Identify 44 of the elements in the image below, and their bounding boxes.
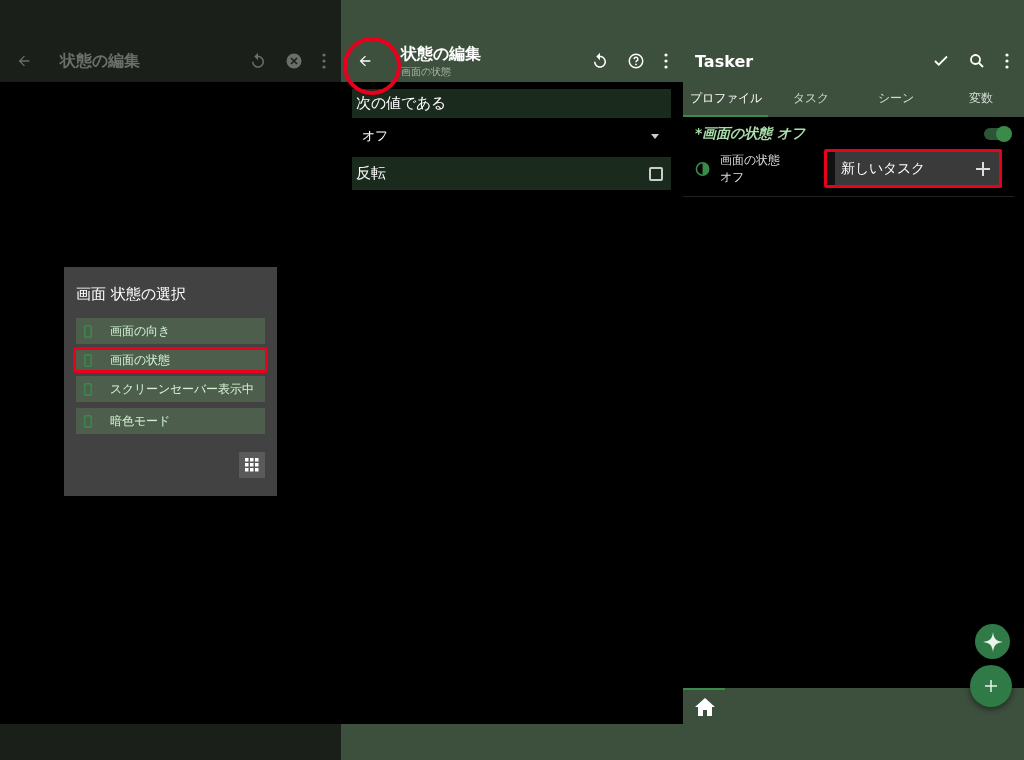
invert-label: 反転 xyxy=(356,164,386,183)
more-vertical-icon xyxy=(663,53,669,69)
toolbar-title: 状態の編集 xyxy=(401,43,481,65)
app-title: Tasker xyxy=(695,51,754,71)
sparkle-icon xyxy=(982,631,1003,652)
new-task-button[interactable]: 新しいタスク xyxy=(824,149,1002,188)
close-icon xyxy=(285,52,303,70)
context-label: 画面の状態 オフ xyxy=(720,151,782,186)
list-item[interactable]: 暗色モード xyxy=(76,408,265,434)
help-icon xyxy=(627,52,645,70)
section-heading: 次の値である xyxy=(352,89,671,118)
add-button[interactable] xyxy=(970,665,1012,707)
profile-name: *画面の状態 オフ xyxy=(695,125,806,143)
tab[interactable]: タスク xyxy=(768,82,854,117)
more-vertical-icon xyxy=(321,53,327,69)
back-arrow-icon xyxy=(357,53,373,69)
undo-icon xyxy=(249,52,267,70)
grid-button[interactable] xyxy=(239,452,265,478)
invert-checkbox[interactable] xyxy=(649,166,663,181)
phone-icon xyxy=(84,414,92,428)
dropdown-caret-icon xyxy=(651,133,659,139)
home-icon xyxy=(695,698,715,716)
tab[interactable]: プロファイル xyxy=(683,82,769,117)
back-arrow-icon xyxy=(16,53,32,69)
list-item[interactable]: 画面の状態 xyxy=(73,347,268,373)
toolbar-subtitle: 画面の状態 xyxy=(401,64,452,79)
plus-icon xyxy=(975,160,991,177)
dialog-title: 画面 状態の選択 xyxy=(76,285,187,304)
toolbar-title: 状態の編集 xyxy=(60,50,140,72)
contrast-icon xyxy=(695,160,711,177)
tab[interactable]: シーン xyxy=(853,82,939,117)
list-item[interactable]: スクリーンセーバー表示中 xyxy=(76,376,265,402)
list-item[interactable]: 画面の向き xyxy=(76,318,265,344)
tab[interactable]: 変数 xyxy=(938,82,1024,117)
profile-toggle[interactable] xyxy=(984,128,1010,140)
search-icon xyxy=(968,52,986,70)
plus-icon xyxy=(985,680,997,692)
phone-icon xyxy=(84,382,92,396)
undo-icon xyxy=(591,52,609,70)
more-vertical-icon xyxy=(1004,53,1010,69)
phone-icon xyxy=(84,324,92,338)
phone-icon xyxy=(84,353,92,367)
magic-button[interactable] xyxy=(975,624,1010,659)
grid-icon xyxy=(245,458,259,472)
